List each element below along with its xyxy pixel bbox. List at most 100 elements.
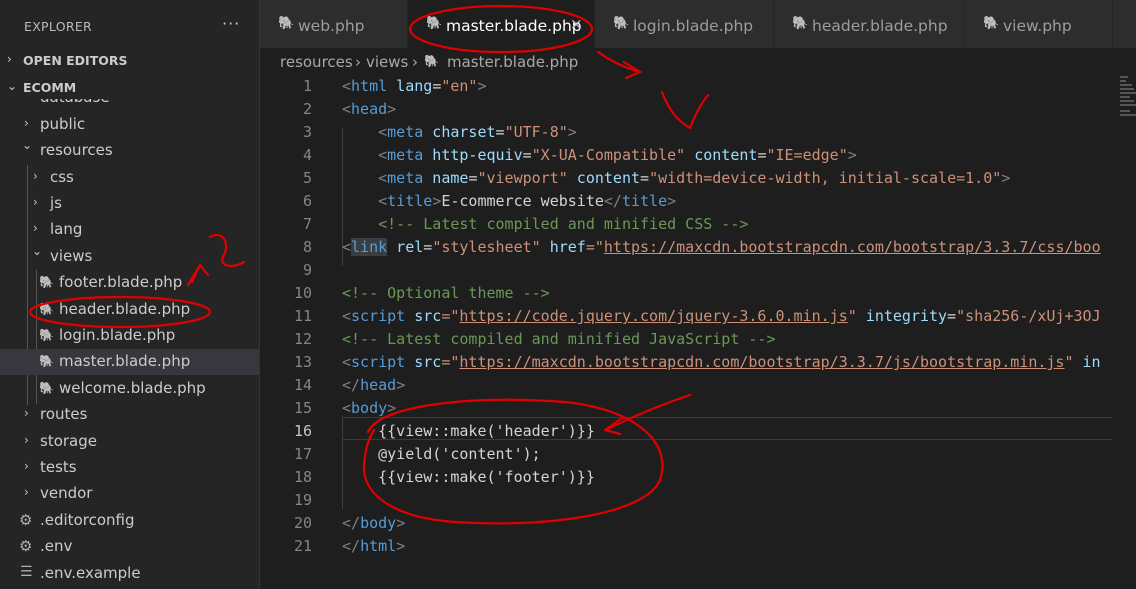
gear-icon: ⚙ [19,537,33,555]
tree-item-label: master.blade.php [59,352,191,370]
tree-file-master-blade[interactable]: 🐘 master.blade.php [0,349,259,375]
php-elephant-icon: 🐘 [278,16,295,31]
line-number: 5 [302,169,312,187]
tab-label: view.php [1003,17,1072,35]
line-number: 11 [293,307,312,325]
php-elephant-icon: 🐘 [39,328,54,342]
minimap[interactable] [1120,74,1136,134]
breadcrumb-file[interactable]: master.blade.php [447,53,578,71]
tree-folder-public[interactable]: › public [0,112,259,138]
tab-master-blade-php[interactable]: 🐘 master.blade.php × [408,0,595,48]
open-editors-label: OPEN EDITORS [23,53,128,68]
tab-view-php[interactable]: 🐘 view.php [965,0,1113,48]
code-line-20: </body> [342,514,406,532]
line-number: 21 [293,537,312,555]
line-number: 18 [293,468,312,486]
chevron-down-icon: ⌄ [7,79,18,93]
line-number: 9 [302,261,312,279]
tree-item-database[interactable]: database [0,99,259,107]
line-number: 8 [302,238,312,256]
php-elephant-icon: 🐘 [426,16,443,31]
text-lines-icon: ☰ [20,564,33,580]
breadcrumb-views[interactable]: views [366,53,408,71]
chevron-right-icon: › [24,459,29,473]
gear-icon: ⚙ [19,511,33,529]
tree-file-login-blade[interactable]: 🐘 login.blade.php [0,323,259,349]
line-number: 1 [302,77,312,95]
breadcrumb: resources › views › 🐘 master.blade.php [260,48,1136,74]
code-line-5: <meta name="viewport" content="width=dev… [378,169,1011,187]
code-line-17: @yield('content'); [342,445,541,463]
line-number: 17 [293,445,312,463]
tab-label: login.blade.php [633,17,754,35]
php-elephant-icon: 🐘 [613,16,630,31]
line-number: 20 [293,514,312,532]
breadcrumb-resources[interactable]: resources [280,53,353,71]
tree-item-label: database [40,99,110,106]
tab-web-php[interactable]: 🐘 web.php [260,0,408,48]
tree-file-header-blade[interactable]: 🐘 header.blade.php [0,297,259,323]
more-actions-icon[interactable]: ··· [222,14,240,33]
tree-item-label: .env.example [40,564,141,582]
php-elephant-icon: 🐘 [983,16,1000,31]
code-editor[interactable]: 1 2 3 4 5 6 7 8 9 10 11 12 13 14 15 16 1… [260,74,1136,589]
tree-folder-resources[interactable]: ⌄ resources [0,138,259,164]
tree-item-label: tests [40,458,77,476]
tab-overflow[interactable] [1113,0,1136,48]
explorer-sidebar: EXPLORER ··· › OPEN EDITORS ⌄ ECOMM data… [0,0,260,589]
code-line-18: {{view::make('footer')}} [342,468,595,486]
tree-file-welcome-blade[interactable]: 🐘 welcome.blade.php [0,376,259,402]
tree-item-label: lang [50,220,83,238]
breadcrumb-separator: › [355,53,361,71]
php-elephant-icon: 🐘 [39,302,54,316]
line-number: 12 [293,330,312,348]
project-section[interactable]: ⌄ ECOMM [0,77,259,99]
tree-folder-css[interactable]: › css [0,165,259,191]
open-editors-section[interactable]: › OPEN EDITORS [0,50,259,72]
php-elephant-icon: 🐘 [39,381,54,395]
code-line-13: <script src="https://maxcdn.bootstrapcdn… [342,353,1101,371]
breadcrumb-separator: › [412,53,418,71]
tree-folder-tests[interactable]: › tests [0,455,259,481]
tree-item-label: resources [40,141,113,159]
explorer-title: EXPLORER [24,19,93,34]
code-line-8: <link rel="stylesheet" href="https://max… [342,238,1101,256]
line-number: 14 [293,376,312,394]
tab-header-blade-php[interactable]: 🐘 header.blade.php [774,0,965,48]
editor-tab-bar: 🐘 web.php 🐘 master.blade.php × 🐘 login.b… [260,0,1136,48]
chevron-right-icon: › [33,169,38,183]
code-line-1: <html lang="en"> [342,77,487,95]
line-number: 6 [302,192,312,210]
tree-file-editorconfig[interactable]: ⚙ .editorconfig [0,508,259,534]
tree-folder-views[interactable]: ⌄ views [0,244,259,270]
tree-item-label: public [40,115,86,133]
close-icon[interactable]: × [570,15,583,33]
tab-label: header.blade.php [812,17,948,35]
tree-folder-storage[interactable]: › storage [0,429,259,455]
code-line-15: <body> [342,399,397,417]
chevron-right-icon: › [7,52,12,66]
tree-item-label: .env [40,537,73,555]
tree-file-env[interactable]: ⚙ .env [0,534,259,560]
code-line-12: <!-- Latest compiled and minified JavaSc… [342,330,776,348]
project-label: ECOMM [23,80,77,95]
tree-item-label: welcome.blade.php [59,379,206,397]
tree-folder-lang[interactable]: › lang [0,217,259,243]
chevron-down-icon: ⌄ [32,244,43,258]
tree-file-env-example[interactable]: ☰ .env.example [0,561,259,587]
tree-item-label: header.blade.php [59,300,191,318]
chevron-right-icon: › [24,116,29,130]
line-number: 2 [302,100,312,118]
tab-label: master.blade.php [446,17,582,35]
php-elephant-icon: 🐘 [39,354,54,368]
tree-file-footer-blade[interactable]: 🐘 footer.blade.php [0,270,259,296]
tree-item-label: storage [40,432,97,450]
tree-folder-routes[interactable]: › routes [0,402,259,428]
tree-folder-vendor[interactable]: › vendor [0,481,259,507]
tree-item-label: css [50,168,74,186]
tree-folder-js[interactable]: › js [0,191,259,217]
tab-login-blade-php[interactable]: 🐘 login.blade.php [595,0,774,48]
php-elephant-icon: 🐘 [792,16,809,31]
chevron-right-icon: › [24,485,29,499]
line-number: 19 [293,491,312,509]
